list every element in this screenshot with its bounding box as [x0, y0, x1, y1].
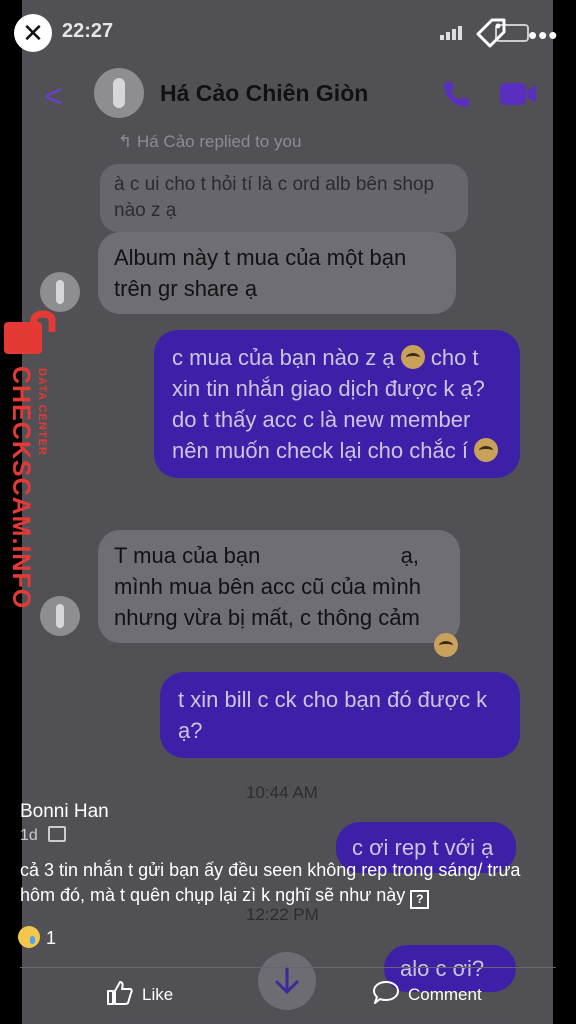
status-time: 22:27	[62, 20, 114, 42]
scroll-down-button	[258, 952, 316, 1010]
message-text: T mua của bạn	[114, 543, 261, 568]
more-icon[interactable]: •••	[528, 20, 558, 51]
watermark-sub: DATA CENTER	[36, 368, 48, 456]
contact-avatar	[94, 68, 144, 118]
pleading-emoji-icon	[474, 438, 499, 462]
time-separator: 10:44 AM	[246, 783, 318, 802]
quoted-message: à c ui cho t hỏi tí là c ord alb bên sho…	[100, 164, 468, 232]
sad-reaction-icon	[18, 926, 40, 948]
post-meta: 1d	[20, 826, 67, 845]
comment-icon	[373, 981, 399, 1004]
phone-icon	[440, 78, 472, 110]
message-in: Album này t mua của một bạn trên gr shar…	[98, 232, 456, 314]
message-text: ạ,	[400, 543, 419, 568]
post-age: 1d	[20, 827, 38, 844]
video-icon	[498, 80, 538, 108]
reaction-count: 1	[46, 928, 57, 948]
sender-avatar	[40, 596, 80, 636]
message-out: t xin bill c ck cho bạn đó được k ạ?	[160, 672, 520, 758]
post-author[interactable]: Bonni Han	[20, 801, 109, 823]
message-text: c mua của bạn nào z ạ	[172, 345, 395, 370]
like-button[interactable]: Like	[106, 980, 173, 1006]
message-out: c mua của bạn nào z ạ cho t xin tin nhắn…	[154, 330, 520, 478]
close-icon[interactable]: ✕	[14, 14, 52, 52]
pleading-emoji-icon	[400, 345, 425, 369]
signal-icon	[440, 24, 464, 40]
like-label: Like	[142, 985, 174, 1004]
message-text: mình mua bên acc cũ của mình nhưng vừa b…	[114, 574, 421, 630]
tag-icon[interactable]	[472, 14, 510, 52]
replied-note: ↰ Há Cảo replied to you	[118, 132, 302, 151]
sender-avatar	[40, 272, 80, 312]
like-icon	[107, 981, 133, 1005]
contact-name: Há Cảo Chiên Giòn	[160, 80, 369, 106]
reaction-sad-icon	[434, 633, 458, 657]
reaction-summary[interactable]: 1	[18, 926, 56, 949]
back-icon: <	[44, 78, 63, 114]
divider	[20, 967, 556, 968]
watermark-brand: CHECKSCAM.INFO	[7, 366, 35, 610]
post-caption: cả 3 tin nhắn t gửi bạn ấy đều seen khôn…	[20, 858, 550, 909]
audience-icon	[48, 826, 67, 842]
question-emoji-icon: ?	[410, 890, 430, 909]
comment-button[interactable]: Comment	[372, 980, 482, 1006]
comment-label: Comment	[408, 985, 482, 1004]
post-caption-text: cả 3 tin nhắn t gửi bạn ấy đều seen khôn…	[20, 860, 521, 905]
lock-watermark-icon	[4, 310, 60, 354]
message-in: T mua của bạn ạ, mình mua bên acc cũ của…	[98, 530, 460, 643]
